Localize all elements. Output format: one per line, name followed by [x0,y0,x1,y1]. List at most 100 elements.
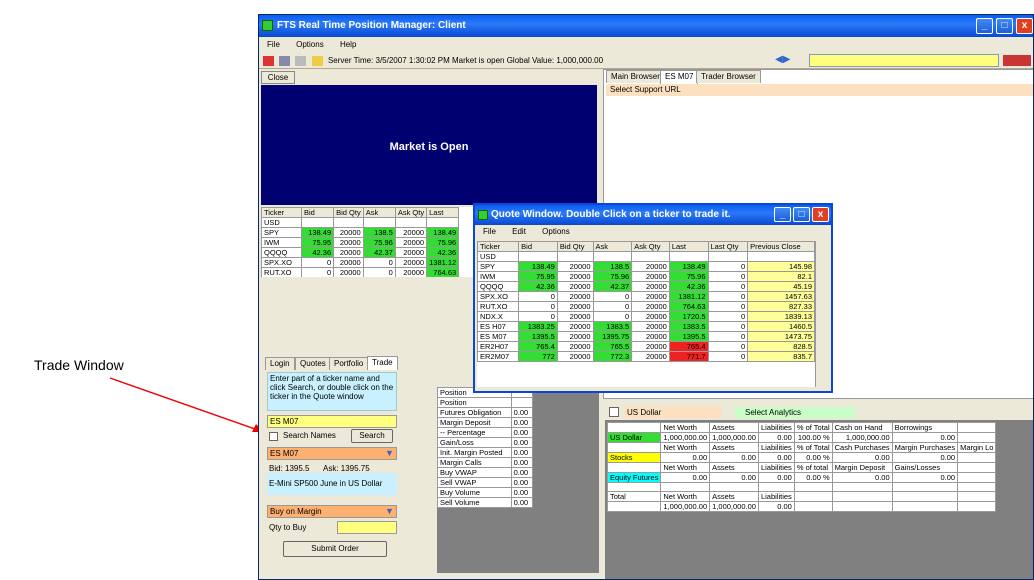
analytics-cell [957,482,997,492]
support-url-select[interactable]: Select Support URL [606,84,1033,96]
tab-quotes[interactable]: Quotes [295,357,331,370]
quote-maximize-button[interactable]: □ [793,207,810,222]
quote-cell: 1381.12 [668,291,709,302]
analytics-cell: 1,000,000.00 [709,501,759,512]
quote-cell: 1383.25 [518,321,558,332]
main-grid-cell: QQQQ [261,247,302,258]
main-grid-cell [300,217,335,228]
tab-login[interactable]: Login [265,357,295,370]
analytics-row [606,482,997,492]
quote-cell: 772.3 [592,351,633,362]
position-row: -- Percentage 0.00 [437,427,534,438]
go-icon[interactable] [1003,55,1031,66]
analytics-cell [606,501,662,512]
quote-row: ER2H07 765.4 20000 765.5 20000 765.4 0 828.5 [477,341,815,352]
tab-trade[interactable]: Trade [367,356,398,370]
ticker-search-input[interactable]: ES M07 [267,415,397,428]
analytics-toolbar: US Dollar Select Analytics [605,405,1033,420]
analytics-cell: Total [606,491,662,502]
quote-row: IWM 75.95 20000 75.96 20000 75.96 0 82.1 [477,271,815,282]
qty-label: Qty to Buy [269,523,307,532]
position-row: Init. Margin Posted 0.00 [437,447,534,458]
menu-options[interactable]: Options [296,40,324,49]
maximize-button[interactable]: □ [996,18,1013,34]
analytics-cell: Assets [709,491,759,502]
folder-icon[interactable] [311,55,323,66]
quote-cell: 0 [518,311,558,322]
quote-cell: 1839.13 [747,311,815,322]
quote-close-button[interactable]: x [812,207,829,222]
print-icon[interactable] [295,55,307,66]
annotation-label: Trade Window [34,357,124,373]
close-window-button[interactable]: x [1016,18,1033,34]
currency-select[interactable]: US Dollar [625,407,721,418]
analytics-cell: 0.00 [757,452,795,463]
tab-portfolio[interactable]: Portfolio [329,357,369,370]
quote-cell: 1460.5 [747,321,815,332]
quote-cell: 765.4 [668,341,709,352]
quote-menu-edit[interactable]: Edit [512,227,526,236]
market-status-panel: Market is Open [261,85,597,205]
position-label: Buy Volume [437,487,512,498]
quote-cell [668,251,709,262]
nav-arrows-icon[interactable]: ◀▶ [775,55,803,65]
position-row: Futures Obligation 0.00 [437,407,534,418]
position-label: Margin Deposit [437,417,512,428]
order-type-select[interactable]: Buy on Margin [267,505,397,518]
quote-row: ES H07 1383.25 20000 1383.5 20000 1383.5 0 1460… [477,321,815,332]
search-button[interactable]: Search [351,429,393,443]
quote-cell: 0 [707,311,749,322]
main-ticker-table: Ticker Bid Bid Qty Ask Ask Qty Last USD S… [261,207,460,277]
minimize-button[interactable]: _ [976,18,993,34]
quote-minimize-button[interactable]: _ [774,207,791,222]
analytics-cell: 0.00 [709,472,759,483]
main-grid-cell: 20000 [394,257,428,268]
close-button[interactable]: Close [261,71,295,84]
analytics-cell: % of Total [793,442,833,453]
address-input[interactable] [809,54,999,67]
analytics-cell: Liabilities [757,462,795,473]
menu-bar: File Options Help [259,37,1033,52]
quote-menu-file[interactable]: File [483,227,496,236]
qty-input[interactable] [337,521,397,534]
document-icon[interactable] [609,407,619,417]
ticker-select[interactable]: ES M07 [267,447,397,460]
analytics-cell [891,501,959,512]
position-label: Margin Calls [437,457,512,468]
analytics-cell: 0.00 [660,472,711,483]
stop-icon[interactable] [263,55,274,66]
position-row: Position [437,397,534,408]
analytics-cell: Net Worth [660,442,711,453]
quote-cell: 764.63 [668,301,709,312]
chevron-down-icon[interactable]: ▼ [385,448,394,458]
analytics-cell: Assets [709,462,759,473]
analytics-cell: Assets [709,442,759,453]
main-grid-cell [333,217,364,228]
position-label: Buy VWAP [437,467,512,478]
position-row: Sell VWAP 0.00 [437,477,534,488]
quote-menu-options[interactable]: Options [542,227,570,236]
search-names-checkbox[interactable] [269,432,278,441]
chevron-down-icon[interactable]: ▼ [385,506,394,516]
quote-cell: 1457.63 [747,291,815,302]
main-grid-cell [426,217,460,228]
col-ticker: Ticker [261,207,302,218]
main-grid-cell: 75.96 [362,237,396,248]
refresh-icon[interactable] [279,55,291,66]
quote-cell: 45.19 [747,281,815,292]
quote-cell [518,251,558,262]
analytics-cell: 0.00 [757,432,795,443]
analytics-select[interactable]: Select Analytics [735,407,855,418]
tab-main-browser[interactable]: Main Browser [606,70,665,83]
analytics-row: Net Worth Assets Liabilities% of Total Cash… [606,422,997,433]
analytics-cell: Net Worth [660,422,711,433]
analytics-cell [957,491,997,502]
quote-scrollbar[interactable] [815,241,829,387]
submit-order-button[interactable]: Submit Order [283,541,387,557]
menu-file[interactable]: File [267,40,280,49]
quote-cell: 20000 [631,291,670,302]
menu-help[interactable]: Help [340,40,356,49]
position-label: -- Percentage [437,427,512,438]
tab-trader-browser[interactable]: Trader Browser [696,70,761,83]
tab-es-m07[interactable]: ES M07 [660,70,699,84]
